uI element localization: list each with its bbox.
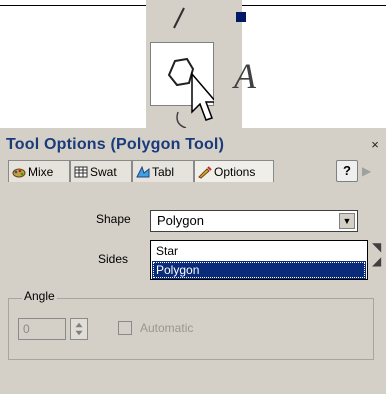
tab-label: Mixe <box>28 164 54 179</box>
tool-marker-icon[interactable] <box>236 12 246 22</box>
sides-label: Sides <box>98 252 129 266</box>
help-button[interactable]: ? <box>336 160 358 182</box>
shape-select[interactable]: Polygon ▼ <box>150 210 358 232</box>
angle-group-label: Angle <box>22 289 57 303</box>
mouse-pointer-icon <box>176 72 214 129</box>
tab-label: Tabl <box>152 164 175 179</box>
angle-spinner[interactable] <box>70 318 88 340</box>
shape-dropdown-list: Star Polygon <box>150 240 368 280</box>
pencil-icon[interactable] <box>172 6 186 30</box>
tab-label: Swat <box>90 164 117 179</box>
sides-spinner-edge: ◥ ◢ <box>372 240 382 268</box>
swatches-icon <box>74 166 88 177</box>
tab-options[interactable]: Options <box>194 160 274 182</box>
panel-tabs: Mixe Swat Tabl Options <box>8 160 386 184</box>
dropdown-option-star[interactable]: Star <box>152 242 366 260</box>
dropdown-option-polygon[interactable]: Polygon <box>152 261 366 279</box>
tabs-scroll-right-icon[interactable]: ▶ <box>362 162 374 180</box>
panel-title: Tool Options (Polygon Tool) <box>6 136 225 153</box>
shape-select-value: Polygon <box>157 213 204 228</box>
tab-swatches[interactable]: Swat <box>70 160 132 182</box>
table-icon <box>136 165 150 177</box>
angle-input[interactable]: 0 <box>18 318 66 340</box>
chevron-down-icon[interactable]: ▼ <box>339 213 355 229</box>
options-icon <box>198 165 212 179</box>
automatic-label: Automatic <box>140 321 194 335</box>
shape-label: Shape <box>96 212 131 226</box>
close-icon[interactable]: × <box>368 138 382 152</box>
tab-label: Options <box>214 164 256 179</box>
tab-mixer[interactable]: Mixe <box>8 160 70 182</box>
text-tool-icon[interactable]: A <box>234 58 256 94</box>
mixer-icon <box>12 168 26 177</box>
tab-table[interactable]: Tabl <box>132 160 194 182</box>
automatic-checkbox[interactable] <box>118 321 132 335</box>
